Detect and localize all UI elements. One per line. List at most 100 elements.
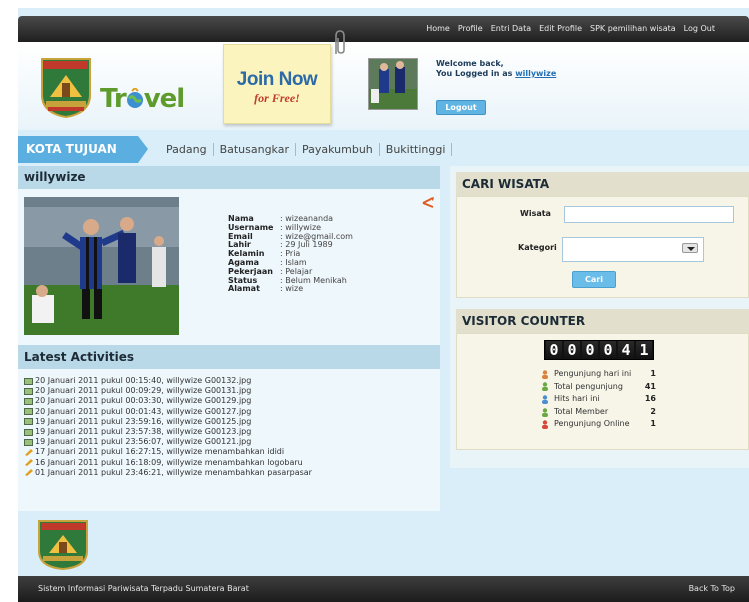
activity-item: 17 Januari 2011 pukul 16:27:15, willywiz… [24, 447, 312, 457]
stat-value: 1 [650, 419, 656, 429]
kategori-select[interactable] [562, 237, 704, 262]
wisata-label: Wisata [520, 209, 551, 218]
stat-row: Pengunjung hari ini 1 [541, 368, 656, 381]
stat-label: Pengunjung hari ini [554, 369, 632, 378]
header: Tr vel Join Now for Free! Welcome back, Y… [18, 30, 749, 130]
sidebar: CARI WISATA Wisata Kategori Cari VISITOR… [450, 166, 749, 468]
activity-text: 01 Januari 2011 pukul 23:46:21, willywiz… [35, 467, 312, 477]
cari-button[interactable]: Cari [572, 271, 616, 288]
visitor-counter-display: 0 0 0 0 4 1 [544, 340, 654, 360]
latest-activities-title: Latest Activities [18, 345, 440, 369]
activity-item: 01 Januari 2011 pukul 23:46:21, willywiz… [24, 468, 312, 478]
counter-digit: 4 [618, 341, 634, 359]
image-icon [24, 377, 33, 385]
counter-digit: 0 [564, 341, 580, 359]
activity-text: 20 Januari 2011 pukul 00:09:29, willywiz… [35, 386, 252, 396]
activity-list: 20 Januari 2011 pukul 00:15:40, willywiz… [24, 376, 312, 478]
activity-item: 20 Januari 2011 pukul 00:09:29, willywiz… [24, 386, 312, 396]
person-icon [542, 395, 548, 404]
logo-text-left: Tr [100, 84, 127, 114]
footer-logo-area [18, 511, 749, 581]
destination-links: Padang Batusangkar Payakumbuh Bukittingg… [166, 143, 453, 156]
user-avatar[interactable] [368, 58, 418, 110]
activity-text: 19 Januari 2011 pukul 23:56:07, willywiz… [35, 437, 252, 447]
globe-icon [126, 88, 143, 108]
profile-photo [24, 197, 179, 335]
paperclip-icon [335, 30, 345, 54]
person-icon [542, 420, 548, 430]
stat-value: 2 [650, 406, 656, 416]
logged-in-label: You Logged in as [436, 69, 513, 78]
for-free-text: for Free! [254, 91, 300, 105]
person-icon [542, 370, 548, 379]
travel-logo: Tr vel [100, 84, 185, 114]
destination-link-batusangkar[interactable]: Batusangkar [214, 143, 296, 156]
person-icon [542, 407, 548, 417]
visitor-stats: Pengunjung hari ini 1 Total pengunjung 41 … [541, 368, 656, 431]
join-now-text: Join Now [236, 69, 318, 90]
welcome-message: Welcome back, You Logged in as willywize [436, 59, 556, 79]
activity-text: 17 Januari 2011 pukul 16:27:15, willywiz… [35, 447, 285, 457]
profile-row-alamat: Alamat: wize [228, 285, 353, 294]
sumatera-barat-crest-logo [41, 58, 91, 119]
stat-label: Total Member [554, 406, 609, 416]
username-link[interactable]: willywize [515, 69, 556, 78]
pencil-icon [25, 469, 33, 477]
stat-row: Total Member 2 [541, 406, 656, 419]
welcome-line: Welcome back, [436, 59, 504, 68]
activity-text: 20 Januari 2011 pukul 00:01:43, willywiz… [35, 406, 252, 416]
wisata-input[interactable] [564, 206, 734, 223]
search-form: Wisata Kategori Cari [456, 196, 749, 298]
stat-value: 1 [650, 369, 656, 378]
kota-tujuan-title: KOTA TUJUAN [18, 136, 148, 163]
profile-details: Nama: wizeananda Username: willywize Ema… [228, 214, 353, 294]
image-icon [24, 438, 33, 446]
destination-link-payakumbuh[interactable]: Payakumbuh [296, 143, 380, 156]
nav-spk-pemilihan-wisata[interactable]: SPK pemilihan wisata [590, 24, 676, 33]
destination-link-bukittinggi[interactable]: Bukittinggi [380, 143, 453, 156]
activity-text: 20 Januari 2011 pukul 00:15:40, willywiz… [35, 376, 252, 385]
page: Home Profile Entri Data Edit Profile SPK… [18, 8, 749, 602]
footer-site-name: Sistem Informasi Pariwisata Terpadu Suma… [38, 584, 249, 593]
dropdown-arrow-icon[interactable] [682, 243, 698, 253]
stat-label: Hits hari ini [554, 394, 600, 404]
logout-button[interactable]: Logout [436, 100, 486, 115]
pencil-icon [25, 459, 33, 467]
stat-row: Pengunjung Online 1 [541, 418, 656, 431]
nav-edit-profile[interactable]: Edit Profile [539, 24, 582, 33]
activity-item: 16 Januari 2011 pukul 16:18:09, willywiz… [24, 458, 312, 468]
counter-digit: 1 [636, 341, 652, 359]
profile-panel: willywize Nama: wizeananda Username: w… [18, 166, 440, 511]
pencil-icon [25, 449, 33, 457]
nav-home[interactable]: Home [426, 24, 450, 33]
image-icon [24, 428, 33, 436]
activity-text: 16 Januari 2011 pukul 16:18:09, willywiz… [35, 457, 303, 467]
stat-row: Hits hari ini 16 [541, 393, 656, 406]
activity-text: 19 Januari 2011 pukul 23:59:16, willywiz… [35, 416, 252, 426]
logged-in-line: You Logged in as willywize [436, 69, 556, 79]
activity-item: 19 Januari 2011 pukul 23:56:07, willywiz… [24, 437, 312, 447]
image-icon [24, 408, 33, 416]
image-icon [24, 387, 33, 395]
top-navigation: Home Profile Entri Data Edit Profile SPK… [18, 16, 749, 42]
stat-label: Pengunjung Online [554, 419, 630, 429]
counter-digit: 0 [600, 341, 616, 359]
stat-value: 16 [644, 394, 656, 404]
back-to-top-link[interactable]: Back To Top [689, 584, 735, 593]
nav-entri-data[interactable]: Entri Data [491, 24, 531, 33]
activity-text: 20 Januari 2011 pukul 00:03:30, willywiz… [35, 396, 252, 406]
profile-title: willywize [18, 166, 440, 189]
person-icon [542, 382, 548, 392]
destination-link-padang[interactable]: Padang [166, 143, 214, 156]
stat-label: Total pengunjung [554, 381, 623, 391]
stat-row: Total pengunjung 41 [541, 381, 656, 394]
nav-profile[interactable]: Profile [458, 24, 483, 33]
image-icon [24, 398, 33, 405]
stat-value: 41 [644, 381, 656, 391]
edit-profile-icon[interactable] [421, 195, 437, 211]
join-now-sticky-note[interactable]: Join Now for Free! [223, 44, 331, 124]
visitor-counter-title: VISITOR COUNTER [456, 309, 749, 333]
profile-label: Alamat [228, 284, 260, 294]
nav-log-out[interactable]: Log Out [684, 24, 715, 33]
footer-crest-logo [38, 520, 88, 571]
